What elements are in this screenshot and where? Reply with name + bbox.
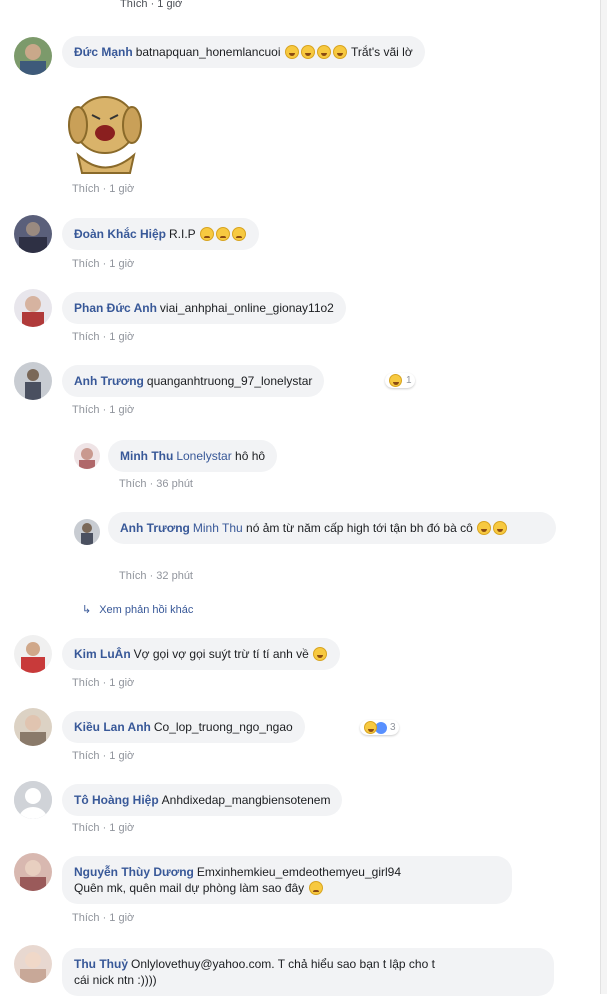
emoji-icon (316, 45, 331, 59)
avatar[interactable] (14, 635, 52, 673)
reply-bubble: Minh Thu Lonelystar hô hô (108, 440, 278, 472)
crying-emoji-icon (215, 227, 230, 241)
commenter-name[interactable]: Kiều Lan Anh (74, 720, 151, 734)
comment-text-tail: Trắt's vãi lờ (350, 45, 413, 59)
comment-text: Vợ gọi vợ gọi suýt trừ tí tí anh về (133, 647, 309, 661)
comment-bubble: Anh Trương quanganhtruong_97_lonelystar (62, 365, 325, 397)
reaction-count: 3 (390, 722, 396, 733)
comment-meta[interactable]: Thích · 36 phút (119, 478, 193, 490)
comment-text: Anhdixedap_mangbiensotenem (161, 793, 331, 807)
mention-tag[interactable]: Lonelystar (176, 449, 231, 463)
comment-bubble: Phan Đức Anh viai_anhphai_online_gionay11… (62, 292, 346, 324)
comment-bubble: Đoàn Khắc Hiệp R.I.P (62, 218, 259, 250)
comment-meta[interactable]: Thích · 1 giờ (72, 404, 134, 416)
comment-meta[interactable]: Thích · 1 giờ (72, 912, 134, 924)
comment-text: R.I.P (169, 227, 196, 241)
comment-text: quanganhtruong_97_lonelystar (146, 374, 313, 388)
comment-text: batnapquan_honemlancuoi (135, 45, 281, 59)
comment-bubble: Nguyễn Thùy Dương Emxinhemkieu_emdeothemy… (62, 856, 512, 904)
comment-text: Co_lop_truong_ngo_ngao (153, 720, 293, 734)
commenter-name[interactable]: Tô Hoàng Hiệp (74, 793, 159, 807)
comment-bubble: Thu Thuỷ Onlylovethuy@yahoo.com. T chả hi… (62, 948, 554, 996)
haha-emoji-icon (313, 647, 328, 661)
comment-meta[interactable]: Thích · 1 giờ (72, 677, 134, 689)
commenter-name[interactable]: Phan Đức Anh (74, 301, 157, 315)
avatar[interactable] (14, 362, 52, 400)
comment-meta[interactable]: Thích · 1 giờ (72, 822, 134, 834)
haha-emoji-icon (493, 521, 508, 535)
view-more-replies-link[interactable]: ↳ Xem phản hồi khác (82, 603, 193, 616)
comment-bubble: Kim LuÂn Vợ gọi vợ gọi suýt trừ tí tí anh… (62, 638, 341, 670)
commenter-name[interactable]: Đoàn Khắc Hiệp (74, 227, 166, 241)
emoji-icon (284, 45, 299, 59)
comment-text: nó ảm từ năm cấp high tới tận bh đó bà c… (246, 521, 473, 535)
comment-meta[interactable]: Thích · 1 giờ (72, 331, 134, 343)
commenter-name[interactable]: Nguyễn Thùy Dương (74, 865, 194, 879)
avatar[interactable] (14, 289, 52, 327)
avatar[interactable] (14, 945, 52, 983)
reaction-summary[interactable]: 1 (385, 373, 415, 388)
avatar[interactable] (74, 519, 100, 545)
commenter-name[interactable]: Thu Thuỷ (74, 957, 128, 971)
avatar[interactable] (74, 443, 100, 469)
emoji-icon (332, 45, 347, 59)
avatar[interactable] (14, 215, 52, 253)
comment-meta[interactable]: Thích · 32 phút (119, 570, 193, 582)
commenter-name[interactable]: Đức Mạnh (74, 45, 133, 59)
commenter-name[interactable]: Kim LuÂn (74, 647, 131, 661)
comment-text-line2: cái nick ntn :)))) (74, 973, 157, 987)
comment-meta[interactable]: Thích · 1 giờ (72, 183, 134, 195)
crying-emoji-icon (308, 881, 323, 895)
avatar[interactable] (14, 708, 52, 746)
comment-meta: Thích · 1 giờ (120, 0, 183, 10)
crying-emoji-icon (199, 227, 214, 241)
comment-text-line2: Quên mk, quên mail dự phòng làm sao đây (74, 881, 305, 895)
comment-meta[interactable]: Thích · 1 giờ (72, 750, 134, 762)
avatar[interactable] (14, 853, 52, 891)
comment-text: viai_anhphai_online_gionay11o2 (159, 301, 334, 315)
comment-text: Emxinhemkieu_emdeothemyeu_girl94 (196, 865, 402, 879)
haha-emoji-icon (477, 521, 492, 535)
avatar[interactable] (14, 37, 52, 75)
comment-meta[interactable]: Thích · 1 giờ (72, 258, 134, 270)
mention-tag[interactable]: Minh Thu (193, 521, 243, 535)
default-avatar-icon[interactable] (14, 781, 52, 819)
reaction-count: 1 (406, 375, 412, 386)
reply-bubble: Anh Trương Minh Thu nó ảm từ năm cấp high… (108, 512, 556, 544)
reply-arrow-icon: ↳ (82, 604, 92, 616)
sticker-image (60, 85, 155, 175)
comment-bubble: Tô Hoàng Hiệp Anhdixedap_mangbiensotenem (62, 784, 343, 816)
comment-bubble: Kiều Lan Anh Co_lop_truong_ngo_ngao (62, 711, 305, 743)
crying-emoji-icon (231, 227, 246, 241)
commenter-name[interactable]: Minh Thu (120, 449, 173, 463)
haha-reaction-icon (364, 721, 377, 734)
commenter-name[interactable]: Anh Trương (120, 521, 190, 535)
reaction-summary[interactable]: 3 (360, 720, 399, 735)
commenter-name[interactable]: Anh Trương (74, 374, 144, 388)
emoji-icon (300, 45, 315, 59)
comment-text: hô hô (235, 449, 266, 463)
comment-text: Onlylovethuy@yahoo.com. T chả hiểu sao b… (131, 957, 435, 971)
comment-bubble: Đức Mạnh batnapquan_honemlancuoi Trắt's v… (62, 36, 425, 68)
scrollbar[interactable] (600, 0, 607, 994)
haha-reaction-icon (389, 374, 402, 387)
